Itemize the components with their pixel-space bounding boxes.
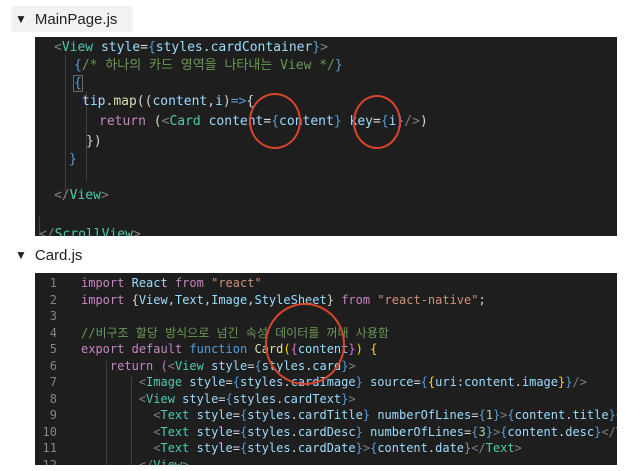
code-line-2: {/* 하나의 카드 영역을 나타내는 View */} [74, 58, 343, 73]
code-block-mainpage: <View style={styles.cardContainer}> {/* … [35, 37, 617, 236]
code-line-8: </View> [54, 188, 109, 203]
code-line-9: </ScrollView> [39, 227, 141, 236]
code-line: 8 <View style={styles.cardText}> [49, 391, 356, 406]
section-header-card[interactable]: ▼ Card.js [11, 242, 133, 268]
indent-guide [65, 55, 66, 199]
code-line-6: }) [86, 134, 102, 149]
code-block-card: 1 import React from "react" 2 import {View… [35, 273, 617, 465]
code-line-3: { [73, 75, 83, 92]
code-line: 12 </View> [42, 457, 190, 466]
collapse-triangle-icon[interactable]: ▼ [15, 12, 27, 26]
code-line: 2 import {View,Text,Image,StyleSheet} fro… [49, 292, 486, 307]
code-line-7: } [69, 152, 77, 167]
highlight-circle [353, 95, 401, 149]
code-line: 9 <Text style={styles.cardTitle} numberO… [49, 408, 617, 422]
code-line: 11 <Text style={styles.cardDate}>{conten… [42, 441, 522, 455]
highlight-circle [249, 93, 301, 149]
section-header-mainpage[interactable]: ▼ MainPage.js [11, 6, 133, 32]
code-line-1: <View style={styles.cardContainer}> [54, 40, 328, 55]
section-title: Card.js [34, 246, 83, 264]
section-title: MainPage.js [34, 10, 118, 28]
highlight-circle [265, 303, 345, 385]
code-line: 10 <Text style={styles.cardDesc} numberO… [42, 424, 617, 439]
collapse-triangle-icon[interactable]: ▼ [15, 248, 27, 262]
code-line-4: tip.map((content,i)=>{ [82, 94, 255, 109]
code-line: 1 import React from "react" [49, 276, 262, 290]
